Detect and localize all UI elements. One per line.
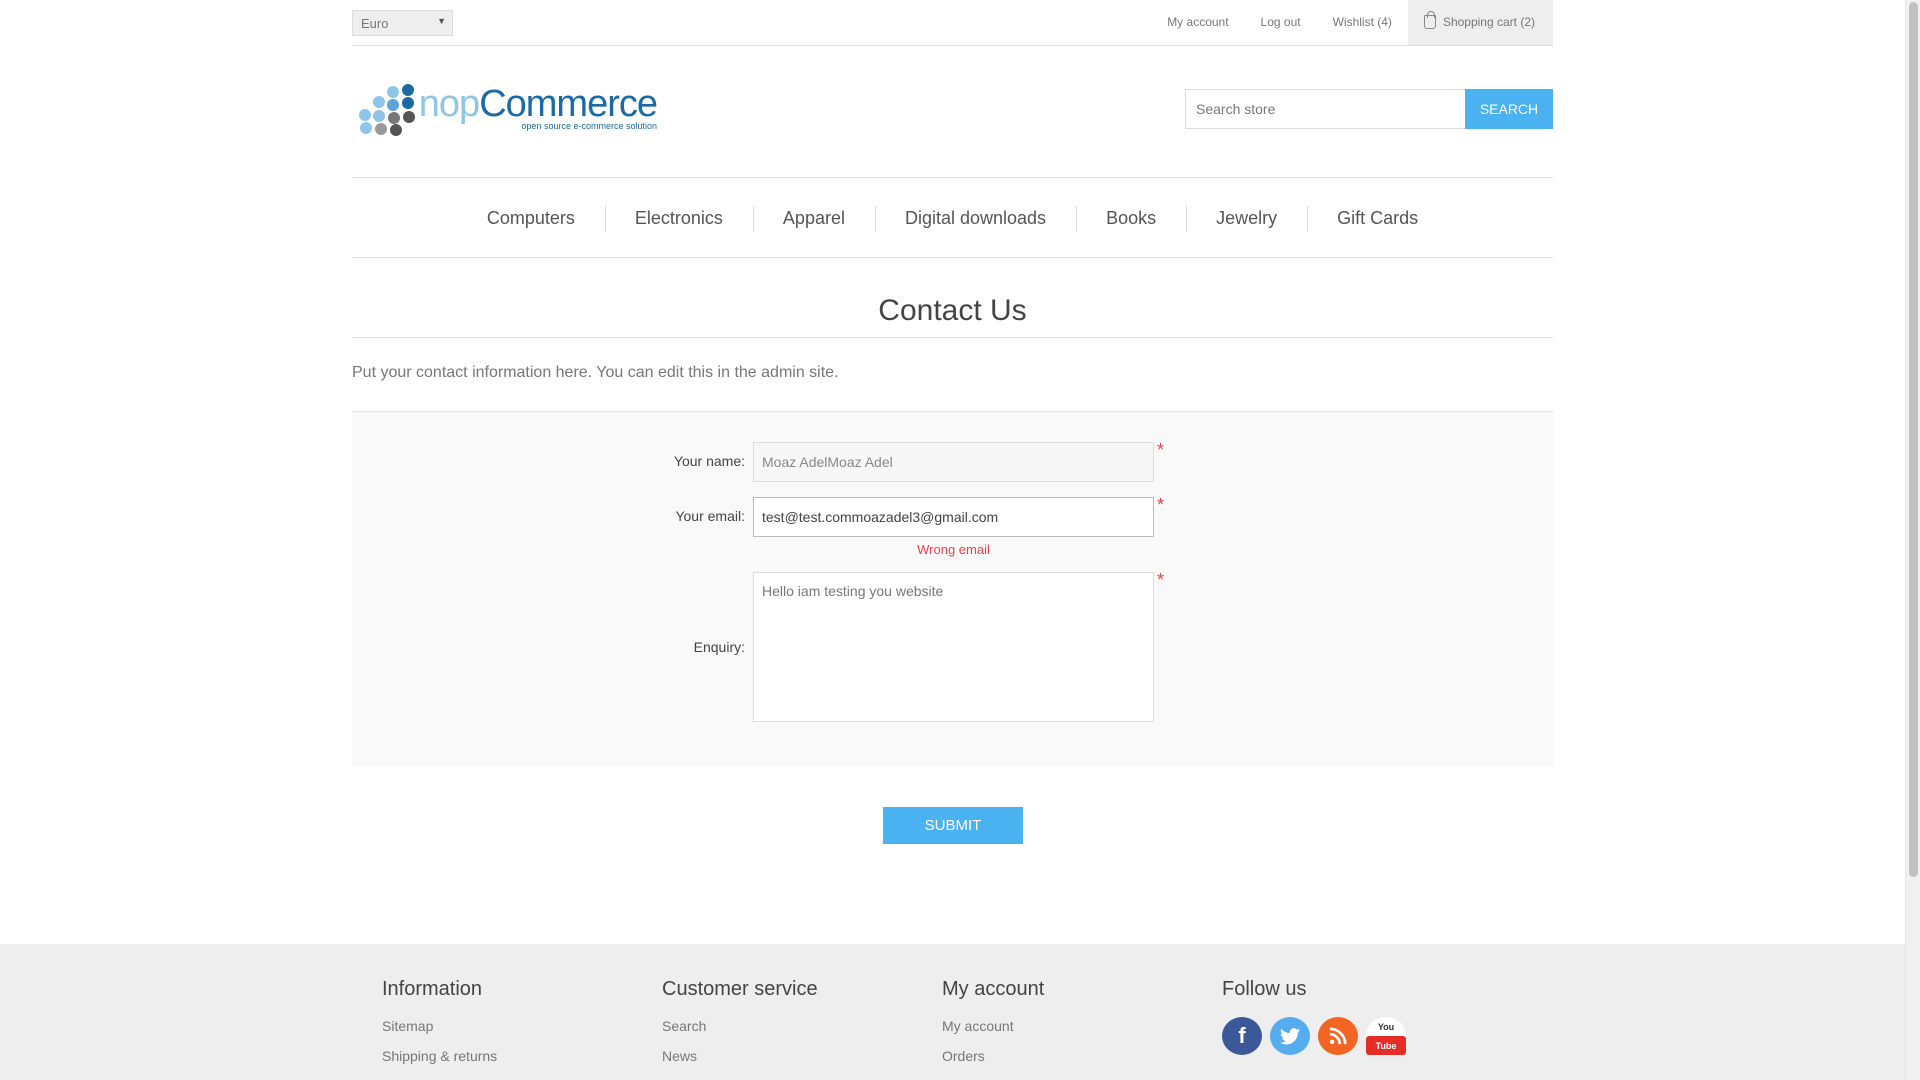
footer-column-information: Information Sitemap Shipping & returns — [382, 978, 497, 1078]
page-scrollbar[interactable] — [1905, 0, 1920, 1080]
search-input[interactable] — [1185, 89, 1465, 129]
shopping-cart-link[interactable]: Shopping cart (2) — [1407, 0, 1553, 45]
twitter-icon[interactable] — [1270, 1017, 1310, 1055]
logo-wordmark: nopCommerce open source e-commerce solut… — [418, 83, 658, 131]
logo-tagline: open source e-commerce solution — [521, 121, 657, 131]
logo-word-nop: nop — [418, 83, 480, 125]
footer-link-my-account[interactable]: My account — [942, 1018, 1044, 1035]
youtube-tube: Tube — [1366, 1036, 1406, 1055]
currency-selector-value: Euro — [361, 16, 389, 31]
menu-item-apparel[interactable]: Apparel — [752, 204, 875, 232]
youtube-you: You — [1377, 1021, 1395, 1032]
name-row: Your name: * — [352, 440, 1553, 482]
twitter-bird-icon — [1280, 1027, 1300, 1044]
contact-intro-text: Put your contact information here. You c… — [352, 364, 839, 381]
email-row: Your email: * Wrong email — [352, 495, 1553, 557]
submit-button[interactable]: Submit — [883, 807, 1023, 844]
footer-link-search[interactable]: Search — [662, 1018, 818, 1035]
email-required-mark: * — [1157, 495, 1165, 515]
chevron-down-icon: ▼ — [437, 16, 446, 26]
menu-item-jewelry[interactable]: Jewelry — [1186, 204, 1307, 232]
name-input[interactable] — [753, 442, 1154, 482]
footer-link-orders[interactable]: Orders — [942, 1048, 1044, 1065]
email-label: Your email: — [675, 508, 745, 524]
footer-column-customer-service: Customer service Search News — [662, 978, 818, 1078]
menu-item-electronics[interactable]: Electronics — [604, 204, 753, 232]
menu-item-computers[interactable]: Computers — [457, 204, 605, 232]
my-account-link[interactable]: My account — [1151, 0, 1244, 45]
shopping-bag-icon — [1423, 10, 1436, 29]
page-title: Contact Us — [878, 294, 1027, 327]
footer-column-title: My account — [942, 978, 1045, 1000]
store-logo[interactable]: nopCommerce open source e-commerce solut… — [357, 82, 658, 136]
rss-feed-icon — [1329, 1027, 1347, 1045]
scrollbar-thumb[interactable] — [1909, 2, 1918, 877]
enquiry-label: Enquiry: — [693, 639, 745, 655]
name-label: Your name: — [673, 453, 745, 469]
name-required-mark: * — [1157, 440, 1165, 460]
top-menu: Computers Electronics Apparel Digital do… — [352, 177, 1553, 258]
facebook-icon[interactable]: f — [1222, 1017, 1262, 1055]
currency-selector[interactable]: Euro ▼ — [352, 10, 453, 36]
rss-icon[interactable] — [1318, 1017, 1358, 1055]
footer-column-title: Customer service — [662, 978, 818, 1000]
footer-link-news[interactable]: News — [662, 1048, 818, 1065]
shopping-cart-label: Shopping cart (2) — [1442, 15, 1535, 29]
enquiry-row: Enquiry: Hello iam testing you website * — [352, 570, 1553, 722]
footer-column-title: Information — [382, 978, 483, 1000]
social-links: f You Tube — [1222, 1017, 1406, 1055]
menu-item-gift-cards[interactable]: Gift Cards — [1307, 204, 1448, 232]
footer-column-follow-us: Follow us f You Tube — [1222, 978, 1406, 1055]
search-button[interactable]: Search — [1465, 89, 1553, 129]
page-title-bar: Contact Us — [352, 288, 1553, 338]
header-links: My account Log out Wishlist (4) Shopping… — [1151, 0, 1553, 45]
enquiry-required-mark: * — [1157, 570, 1165, 590]
footer-link-shipping-returns[interactable]: Shipping & returns — [382, 1048, 497, 1065]
log-out-link[interactable]: Log out — [1245, 0, 1317, 45]
header-top-bar: Euro ▼ My account Log out Wishlist (4) S… — [352, 0, 1553, 46]
menu-item-digital-downloads[interactable]: Digital downloads — [874, 204, 1076, 232]
logo-dots-icon — [357, 82, 417, 136]
email-input[interactable] — [753, 497, 1154, 537]
footer-link-sitemap[interactable]: Sitemap — [382, 1018, 497, 1035]
footer-column-my-account: My account My account Orders — [942, 978, 1044, 1078]
menu-item-books[interactable]: Books — [1076, 204, 1186, 232]
enquiry-textarea[interactable]: Hello iam testing you website — [753, 572, 1154, 722]
page: Euro ▼ My account Log out Wishlist (4) S… — [0, 0, 1905, 1080]
youtube-icon[interactable]: You Tube — [1366, 1017, 1406, 1055]
email-error-message: Wrong email — [917, 542, 990, 557]
wishlist-link[interactable]: Wishlist (4) — [1317, 0, 1408, 45]
footer: Information Sitemap Shipping & returns C… — [0, 944, 1905, 1080]
logo-word-commerce: Commerce — [479, 83, 658, 125]
search-box: Search — [1185, 89, 1553, 129]
youtube-logo: You Tube — [1366, 1017, 1406, 1055]
contact-form: Your name: * Your email: * Wrong email E… — [352, 411, 1553, 767]
footer-column-title: Follow us — [1222, 978, 1307, 1000]
